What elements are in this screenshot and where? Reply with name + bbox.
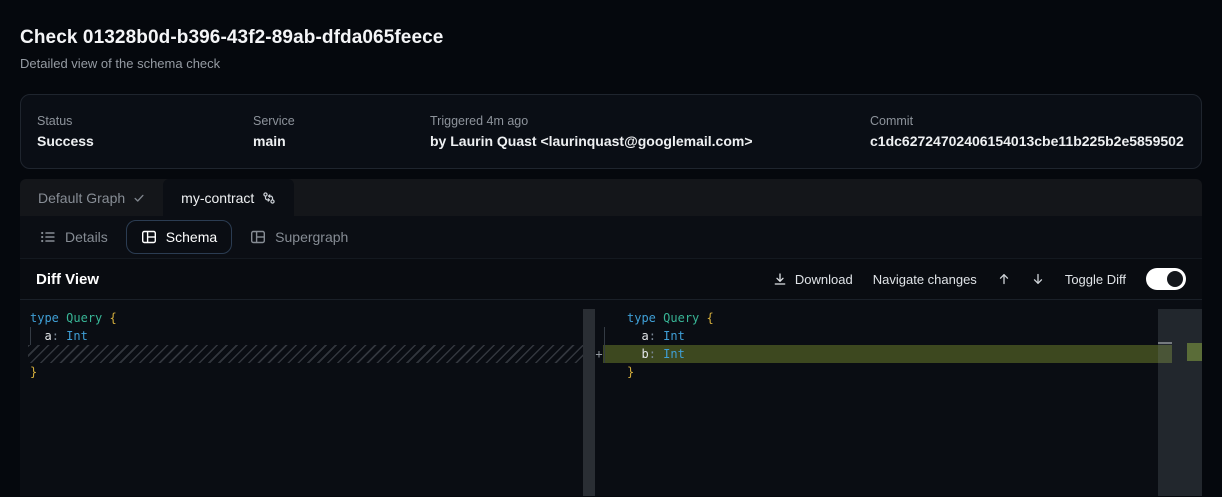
navigate-changes-label: Navigate changes xyxy=(873,272,977,287)
schema-diff-editor[interactable]: type Query { a: Int} type Query { a: Int… xyxy=(20,300,1202,496)
scrollbar-slider-tick xyxy=(1158,342,1172,344)
commit-value: c1dc62724702406154013cbe11b225b2e5859502 xyxy=(870,133,1185,149)
service-value: main xyxy=(253,133,430,149)
indent-guide xyxy=(30,327,31,345)
tab-my-contract[interactable]: my-contract xyxy=(163,179,294,216)
tab-details[interactable]: Details xyxy=(36,229,112,245)
layout-columns-icon xyxy=(250,229,266,245)
service-label: Service xyxy=(253,114,430,128)
tab-default-graph-label: Default Graph xyxy=(38,190,125,206)
page-title: Check 01328b0d-b396-43f2-89ab-dfda065fee… xyxy=(20,27,1202,49)
page-header: Check 01328b0d-b396-43f2-89ab-dfda065fee… xyxy=(0,0,1222,71)
tab-supergraph[interactable]: Supergraph xyxy=(246,229,352,245)
check-detail-panel: Details Schema Supergraph Diff View xyxy=(20,216,1202,496)
diff-section: Diff View Download Navigate changes xyxy=(20,258,1202,496)
commit-label: Commit xyxy=(870,114,1185,128)
tab-supergraph-label: Supergraph xyxy=(275,229,348,245)
tab-my-contract-label: my-contract xyxy=(181,190,254,206)
toggle-diff-label: Toggle Diff xyxy=(1065,272,1126,287)
diff-view-title: Diff View xyxy=(36,271,99,288)
download-button[interactable]: Download xyxy=(773,272,853,287)
service-field: Service main xyxy=(253,114,430,149)
diff-toolbar: Download Navigate changes Toggle Diff xyxy=(773,268,1186,290)
right-pane-scrollbar[interactable] xyxy=(1158,309,1202,496)
triggered-label: Triggered 4m ago xyxy=(430,114,870,128)
left-pane-scrollbar[interactable] xyxy=(583,309,595,496)
list-icon xyxy=(40,229,56,245)
tab-default-graph[interactable]: Default Graph xyxy=(20,179,163,216)
next-change-button[interactable] xyxy=(1031,272,1045,286)
view-tabs: Details Schema Supergraph xyxy=(20,216,1202,258)
triggered-field: Triggered 4m ago by Laurin Quast <laurin… xyxy=(430,114,870,149)
tab-details-label: Details xyxy=(65,229,108,245)
toggle-diff-switch[interactable] xyxy=(1146,268,1186,290)
toggle-knob xyxy=(1167,271,1183,287)
arrow-up-icon xyxy=(997,272,1011,286)
arrow-down-icon xyxy=(1031,272,1045,286)
added-line-plus-indicator: + xyxy=(592,345,606,363)
status-field: Status Success xyxy=(37,114,253,149)
tab-schema-label: Schema xyxy=(166,229,217,245)
layout-columns-icon xyxy=(141,229,157,245)
download-label: Download xyxy=(795,272,853,287)
status-value: Success xyxy=(37,133,253,149)
diff-header: Diff View Download Navigate changes xyxy=(20,259,1202,300)
triggered-value: by Laurin Quast <laurinquast@googlemail.… xyxy=(430,133,870,149)
git-compare-icon xyxy=(262,191,276,205)
status-label: Status xyxy=(37,114,253,128)
check-summary-card: Status Success Service main Triggered 4m… xyxy=(20,94,1202,169)
added-line-overview-marker xyxy=(1187,343,1202,361)
diff-pane-before: type Query { a: Int} xyxy=(20,309,583,381)
check-icon xyxy=(133,192,145,204)
page-subtitle: Detailed view of the schema check xyxy=(20,56,1202,71)
tab-schema[interactable]: Schema xyxy=(126,220,232,254)
download-icon xyxy=(773,272,787,286)
commit-field: Commit c1dc62724702406154013cbe11b225b2e… xyxy=(870,114,1185,149)
previous-change-button[interactable] xyxy=(997,272,1011,286)
diff-pane-after: type Query { a: Int b: Int} xyxy=(603,309,1202,381)
contract-tab-strip: Default Graph my-contract xyxy=(20,179,1202,216)
